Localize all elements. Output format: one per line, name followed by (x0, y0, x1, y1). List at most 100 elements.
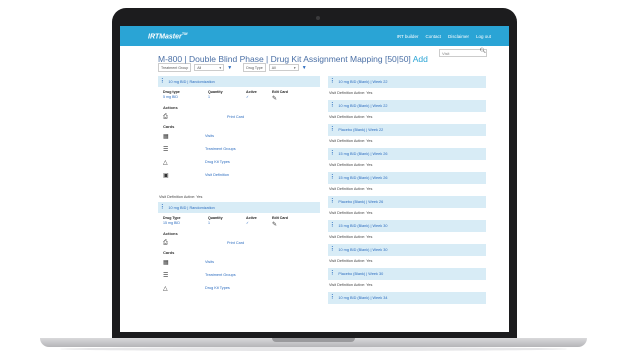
print-card-link[interactable]: Print Card (227, 241, 244, 245)
laptop-shadow (60, 347, 567, 351)
drug-grid: Drug type Quantity Active Edit Card 5 mg… (158, 87, 320, 102)
chevron-down-icon: ▾ (219, 65, 222, 70)
visit-definition-status: Visit Definition Active: Yes (329, 187, 373, 191)
nav-irt-builder[interactable]: IRT builder (397, 34, 419, 39)
brand-mark: TM (181, 31, 188, 37)
panel-header[interactable]: ⠇ Placebo (Blank) | Week 22 (328, 124, 486, 136)
visit-panel: ⠇ Placebo (Blank) | Week 22 Visit Definiti… (328, 124, 486, 148)
panel-header[interactable]: ⠇ Placebo (Blank) | Week 26 (328, 196, 486, 208)
cards-heading: Cards (163, 250, 175, 255)
visit-panel: ⠇ 10 mg BID (Blank) | Week 22 Visit Defini… (328, 100, 486, 124)
visit-definition-status: Visit Definition Active: Yes (329, 91, 373, 95)
card-link-drug-kit-types[interactable]: Drug Kit Types (205, 160, 230, 164)
panel-header[interactable]: ⠇ 10 mg BID (Blank) | Week 22 (328, 100, 486, 112)
share-icon: ⠇ (161, 78, 166, 85)
nav-contact[interactable]: Contact (425, 34, 441, 39)
pencil-icon[interactable]: ✎ (272, 221, 302, 228)
flask-icon: △ (163, 285, 168, 292)
col-quantity: Quantity (208, 90, 223, 94)
share-icon: ⠇ (161, 204, 166, 211)
panel-header-text: Placebo (Blank) | Week 30 (338, 272, 384, 276)
card-link-visits[interactable]: Visits (205, 134, 214, 138)
share-icon: ⠇ (331, 295, 336, 301)
nav-disclaimer[interactable]: Disclaimer (448, 34, 469, 39)
panel-header-text: 10 mg BID (Blank) | Week 30 (338, 248, 388, 252)
panel-header[interactable]: ⠇ Placebo (Blank) | Week 30 (328, 268, 486, 280)
drug-type-value: 15 mg BID (163, 221, 180, 225)
share-icon: ⠇ (331, 223, 336, 229)
col-drug-type: Drug Type (163, 216, 181, 220)
drug-type-select[interactable]: All ▾ (268, 64, 299, 71)
share-icon: ⠇ (331, 127, 336, 133)
filter-icon[interactable]: ▼ (227, 65, 232, 71)
panel-header-text: 10 mg BID (Blank) | Week 22 (338, 80, 388, 84)
hierarchy-icon: ☰ (163, 146, 169, 153)
card-row: △ Drug Kit Types (158, 281, 320, 294)
card-row: △ Drug Kit Types (158, 155, 320, 168)
nav-logout[interactable]: Log out (476, 34, 491, 39)
share-icon: ⠇ (331, 175, 336, 181)
panel-header[interactable]: ⠇ 15 mg BID (Blank) | Week 26 (328, 148, 486, 160)
filter-icon[interactable]: ▼ (302, 65, 307, 71)
visit-definition-status: Visit Definition Active: Yes (329, 211, 373, 215)
card-row: ▦ Visits (158, 129, 320, 142)
drug-type-value: 5 mg BID (163, 95, 178, 99)
panel-header-text: Placebo (Blank) | Week 22 (338, 128, 384, 132)
visit-definition-status: Visit Definition Active: Yes (159, 195, 203, 199)
drug-type-value: All (271, 65, 276, 70)
print-card-link[interactable]: Print Card (227, 115, 244, 119)
col-quantity: Quantity (208, 216, 223, 220)
treatment-group-label: Treatment Group (158, 63, 192, 72)
screen: IRTMasterTM IRT builder Contact Disclaim… (120, 26, 509, 332)
col-edit-card: Edit Card (272, 216, 288, 220)
panel-header[interactable]: ⠇ 10 mg BID | Randomization (158, 202, 320, 213)
visit-panel: ⠇ 10 mg BID (Blank) | Week 34 (328, 292, 486, 304)
panel-header[interactable]: ⠇ 10 mg BID (Blank) | Week 30 (328, 244, 486, 256)
card-link-visit-definition[interactable]: Visit Definition (205, 173, 229, 177)
pencil-icon[interactable]: ✎ (272, 95, 302, 102)
panel-header-text: 10 mg BID | Randomization (168, 79, 215, 84)
visit-definition-status: Visit Definition Active: Yes (329, 283, 373, 287)
page-title-text: M-800 | Double Blind Phase | Drug Kit As… (158, 54, 411, 64)
screen-icon: ▣ (163, 172, 169, 179)
laptop-notch (272, 338, 355, 342)
card-link-treatment-groups[interactable]: Treatment Groups (205, 147, 236, 151)
active-check: ✓ (246, 95, 250, 99)
grid-icon: ▦ (163, 133, 169, 140)
visit-panel: ⠇ Placebo (Blank) | Week 30 Visit Definiti… (328, 268, 486, 292)
printer-icon[interactable]: ⎙ (163, 240, 177, 247)
card-row: ▣ Visit Definition (158, 168, 320, 181)
visit-definition-status: Visit Definition Active: Yes (329, 115, 373, 119)
visit-definition-status: Visit Definition Active: Yes (329, 163, 373, 167)
visit-panel: ⠇ Placebo (Blank) | Week 26 Visit Definiti… (328, 196, 486, 220)
panel-header-text: Placebo (Blank) | Week 26 (338, 200, 384, 204)
panel-header[interactable]: ⠇ 15 mg BID (Blank) | Week 26 (328, 172, 486, 184)
title-row: M-800 | Double Blind Phase | Drug Kit As… (120, 46, 509, 64)
visit-panel: ⠇ 10 mg BID (Blank) | Week 30 Visit Defini… (328, 244, 486, 268)
card-link-visits[interactable]: Visits (205, 260, 214, 264)
card-row: ☰ Treatment Groups (158, 268, 320, 281)
top-navbar: IRTMasterTM IRT builder Contact Disclaim… (120, 26, 509, 46)
add-link[interactable]: Add (413, 54, 428, 64)
active-check: ✓ (246, 221, 250, 225)
treatment-group-select[interactable]: All ▾ (194, 64, 225, 71)
cards-heading: Cards (163, 124, 175, 129)
chevron-down-icon: ▾ (293, 65, 296, 70)
visit-definition-status: Visit Definition Active: Yes (329, 259, 373, 263)
brand-logo[interactable]: IRTMasterTM (148, 31, 188, 40)
panel-header[interactable]: ⠇ 10 mg BID (Blank) | Week 34 (328, 292, 486, 304)
panel-header-text: 15 mg BID (Blank) | Week 30 (338, 224, 388, 228)
panel-header[interactable]: ⠇ 15 mg BID (Blank) | Week 30 (328, 220, 486, 232)
print-row: ⎙ Print Card (158, 110, 320, 121)
visit-panel: ⠇ 10 mg BID (Blank) | Week 22 Visit Defini… (328, 76, 486, 100)
card-link-drug-kit-types[interactable]: Drug Kit Types (205, 286, 230, 290)
share-icon: ⠇ (331, 199, 336, 205)
panel-header[interactable]: ⠇ 10 mg BID (Blank) | Week 22 (328, 76, 486, 88)
camera-dot (316, 16, 320, 20)
share-icon: ⠇ (331, 151, 336, 157)
search-icon[interactable]: 🔍︎ (480, 48, 486, 54)
panel-header[interactable]: ⠇ 10 mg BID | Randomization (158, 76, 320, 87)
printer-icon[interactable]: ⎙ (163, 114, 177, 121)
card-link-treatment-groups[interactable]: Treatment Groups (205, 273, 236, 277)
hierarchy-icon: ☰ (163, 272, 169, 279)
